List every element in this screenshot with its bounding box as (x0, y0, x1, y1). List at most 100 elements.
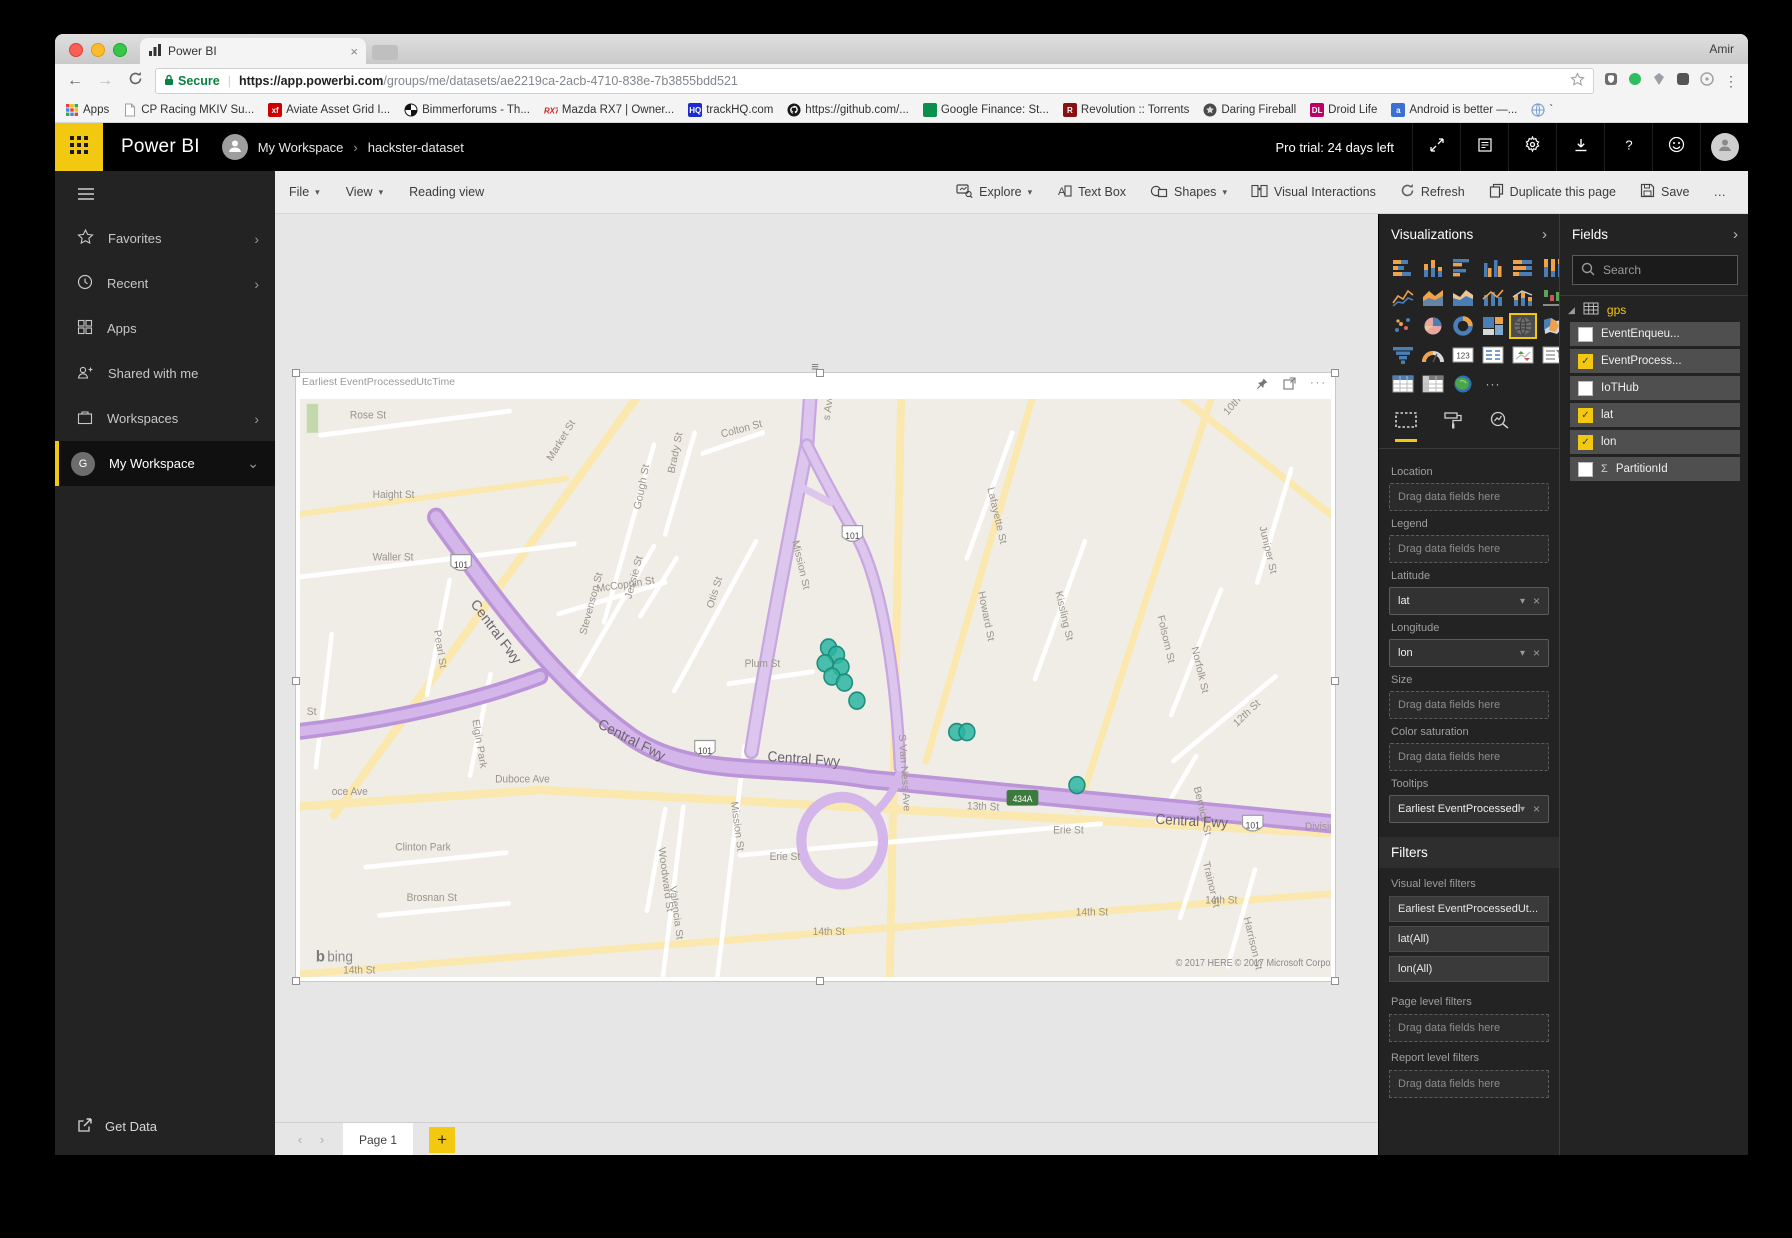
sidebar-item-recent[interactable]: Recent › (55, 261, 275, 306)
collapse-fields-icon[interactable]: › (1733, 226, 1738, 243)
bookmark-item[interactable]: HQ trackHQ.com (688, 103, 773, 117)
well-tooltips-value[interactable]: Earliest EventProcessedl ▾ × (1389, 795, 1549, 823)
field-row-lat[interactable]: ✓ lat (1570, 403, 1740, 427)
sidebar-item-my-workspace[interactable]: G My Workspace ⌄ (55, 441, 275, 486)
tab-format[interactable] (1443, 411, 1463, 442)
report-level-dropzone[interactable]: Drag data fields here (1389, 1070, 1549, 1098)
viz-icon-line-clustered-column-chart[interactable] (1479, 284, 1507, 310)
new-tab-button[interactable] (372, 45, 398, 60)
bookmark-item[interactable]: DL Droid Life (1310, 103, 1377, 117)
circle-extension-icon[interactable] (1700, 71, 1714, 91)
viz-icon-stacked-bar-chart[interactable] (1389, 255, 1417, 281)
pin-visual-icon[interactable] (1256, 377, 1269, 395)
bookmark-item[interactable]: Apps (65, 103, 109, 117)
sidebar-item-apps[interactable]: Apps (55, 306, 275, 351)
toolbar-explore[interactable]: Explore ▾ (956, 183, 1032, 201)
viz-icon-kpi[interactable] (1509, 342, 1537, 368)
chrome-profile-name[interactable]: Amir (1709, 42, 1734, 56)
viz-icon-esri-map[interactable] (1449, 371, 1477, 397)
resize-handle[interactable] (1331, 369, 1339, 377)
secure-badge[interactable]: Secure (164, 74, 220, 89)
field-row-iothub[interactable]: IoTHub (1570, 376, 1740, 400)
viz-icon-100-stacked-bar-chart[interactable] (1509, 255, 1537, 281)
shield-extension-icon[interactable] (1604, 72, 1618, 91)
bookmark-item[interactable]: RX7 Mazda RX7 | Owner... (544, 103, 674, 117)
sidebar-item-favorites[interactable]: Favorites › (55, 216, 275, 261)
toolbar-save[interactable]: Save (1640, 183, 1690, 201)
toolbar-reading-view[interactable]: Reading view (409, 185, 484, 199)
viz-icon-line-stacked-column-chart[interactable] (1509, 284, 1537, 310)
fields-search-input[interactable]: Search (1572, 255, 1738, 285)
page-tab[interactable]: Page 1 (343, 1123, 414, 1155)
feedback-smiley-icon[interactable] (1652, 123, 1700, 171)
viz-icon-clustered-column-chart[interactable] (1479, 255, 1507, 281)
page-level-dropzone[interactable]: Drag data fields here (1389, 1014, 1549, 1042)
resize-handle[interactable] (292, 677, 300, 685)
help-icon[interactable]: ? (1604, 123, 1652, 171)
breadcrumb-workspace[interactable]: My Workspace (258, 140, 344, 155)
filter-pill[interactable]: lon(All) (1389, 956, 1549, 982)
bing-map[interactable]: Rose St Haight St Waller St Market St Gough … (286, 384, 1353, 982)
viz-icon-area-chart[interactable] (1419, 284, 1447, 310)
tab-fields-well[interactable] (1395, 411, 1417, 442)
well-longitude-value[interactable]: lon ▾ × (1389, 639, 1549, 667)
tab-close-icon[interactable]: × (350, 44, 358, 59)
next-page-icon[interactable]: › (315, 1132, 329, 1147)
viz-icon-multi-row-card[interactable] (1479, 342, 1507, 368)
field-checkbox[interactable]: ✓ (1578, 353, 1593, 369)
toolbar-shapes[interactable]: Shapes ▾ (1150, 184, 1227, 201)
table-expand-icon[interactable]: ◢ (1568, 305, 1575, 316)
filter-pill[interactable]: Earliest EventProcessedUt... (1389, 896, 1549, 922)
settings-gear-icon[interactable] (1508, 123, 1556, 171)
chrome-menu-icon[interactable]: ⋮ (1724, 73, 1738, 90)
square-extension-icon[interactable] (1676, 72, 1690, 91)
table-gps[interactable]: ◢ gps (1560, 296, 1748, 322)
toolbar-file[interactable]: File ▾ (289, 185, 320, 199)
toolbar-refresh[interactable]: Refresh (1400, 183, 1465, 201)
field-row-lon[interactable]: ✓ lon (1570, 430, 1740, 454)
remove-field-icon[interactable]: × (1533, 594, 1540, 608)
viz-icon-line-chart[interactable] (1389, 284, 1417, 310)
browser-tab[interactable]: Power BI × (140, 38, 366, 64)
bookmark-item[interactable]: Google Finance: St... (922, 103, 1049, 117)
resize-handle[interactable] (815, 977, 824, 985)
address-bar[interactable]: Secure | https://app.powerbi.com/groups/… (155, 68, 1594, 94)
viz-icon-waterfall-chart[interactable] (1539, 284, 1559, 310)
resize-handle[interactable] (1331, 677, 1339, 685)
chevron-down-icon[interactable]: ▾ (1520, 648, 1525, 659)
minimize-window-button[interactable] (91, 43, 105, 57)
visual-options-icon[interactable]: ··· (1310, 377, 1327, 395)
viz-icon-pie-chart[interactable] (1419, 313, 1447, 339)
bookmark-item[interactable]: R Revolution :: Torrents (1062, 103, 1189, 117)
well-location-dropzone[interactable]: Drag data fields here (1389, 483, 1549, 511)
powerbi-brand[interactable]: Power BI (121, 136, 200, 158)
viz-icon-clustered-bar-chart[interactable] (1449, 255, 1477, 281)
toolbar-visual-interactions[interactable]: Visual Interactions (1251, 184, 1376, 201)
filter-pill[interactable]: lat(All) (1389, 926, 1549, 952)
field-row-eventenqueu[interactable]: EventEnqueu... (1570, 322, 1740, 346)
add-page-button[interactable]: + (429, 1126, 456, 1153)
viz-icon-gauge[interactable] (1419, 342, 1447, 368)
map-visual[interactable]: ≡ Earliest EventProcessedUtcTime ··· Ros… (286, 359, 1353, 985)
sidebar-item-shared-with-me[interactable]: Shared with me (55, 351, 275, 396)
viz-icon-filled-map[interactable] (1539, 313, 1559, 339)
report-canvas[interactable]: ≡ Earliest EventProcessedUtcTime ··· Ros… (275, 214, 1378, 1122)
breadcrumb-dataset[interactable]: hackster-dataset (368, 140, 464, 155)
field-checkbox[interactable]: ✓ (1578, 407, 1593, 423)
download-icon[interactable] (1556, 123, 1604, 171)
chevron-down-icon[interactable]: ▾ (1520, 596, 1525, 607)
viz-icon-slicer[interactable] (1539, 342, 1559, 368)
zoom-window-button[interactable] (113, 43, 127, 57)
reload-icon[interactable] (125, 71, 145, 91)
viz-icon-scatter-chart[interactable] (1389, 313, 1417, 339)
viz-icon-map[interactable] (1509, 313, 1537, 339)
resize-handle[interactable] (1331, 977, 1339, 985)
user-avatar[interactable] (1700, 123, 1748, 171)
bookmark-item[interactable]: Bimmerforums - Th... (404, 103, 530, 117)
tab-analytics[interactable] (1489, 411, 1511, 442)
field-checkbox[interactable] (1578, 461, 1593, 477)
resize-handle[interactable] (292, 369, 300, 377)
collapse-visualizations-icon[interactable]: › (1542, 226, 1547, 243)
viz-icon-table[interactable] (1389, 371, 1417, 397)
viz-icon-stacked-column-chart[interactable] (1419, 255, 1447, 281)
